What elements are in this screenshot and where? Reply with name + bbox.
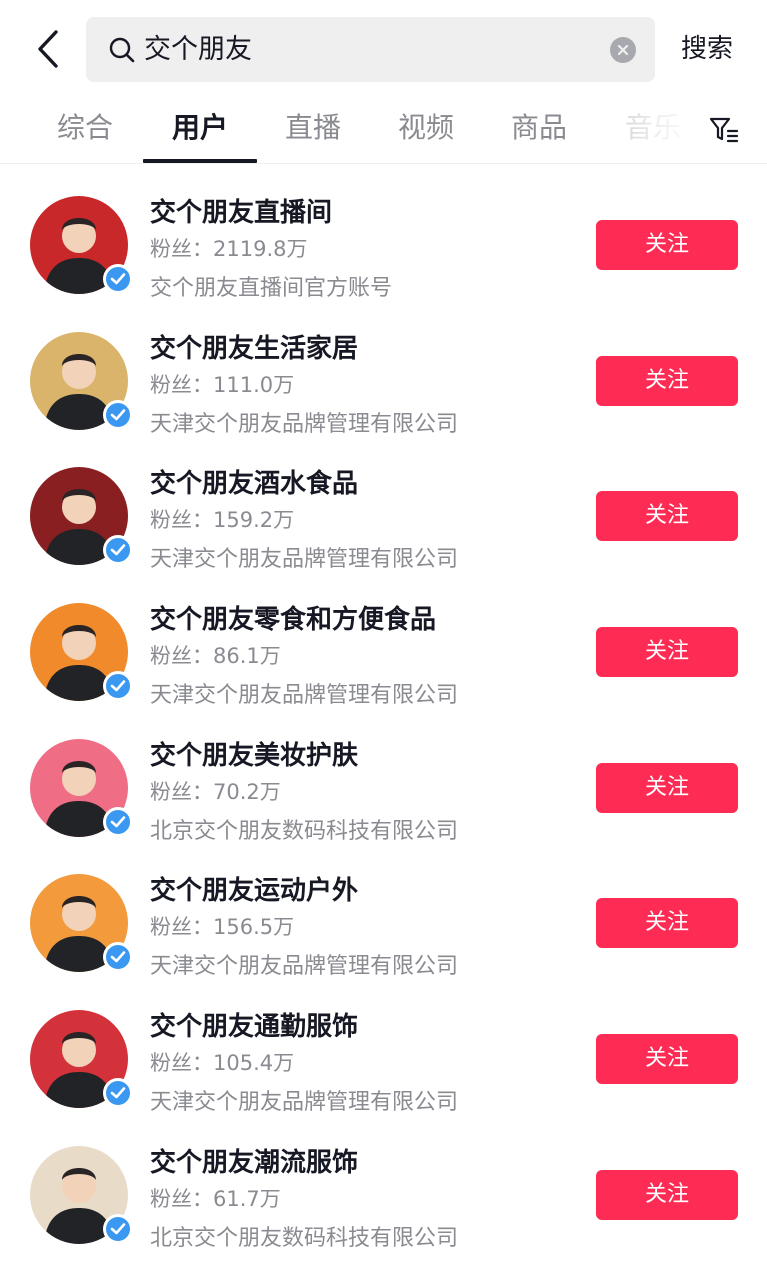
verified-check-icon — [110, 1223, 126, 1235]
account-description: 交个朋友直播间官方账号 — [150, 276, 393, 301]
account-description: 天津交个朋友品牌管理有限公司 — [150, 547, 459, 573]
verified-check-icon — [110, 680, 126, 692]
account-description: 天津交个朋友品牌管理有限公司 — [150, 683, 459, 709]
clear-button[interactable] — [610, 37, 636, 63]
top-bar: 交个朋友 搜索 — [0, 0, 767, 100]
tab-fade-overlay — [600, 100, 700, 160]
filter-button[interactable] — [706, 112, 742, 148]
tab-products[interactable]: 商品 — [482, 100, 596, 164]
user-name: 交个朋友潮流服饰 — [150, 1147, 359, 1178]
follow-button[interactable]: 关注 — [596, 491, 738, 542]
search-icon — [109, 37, 135, 63]
user-result-list: 交个朋友直播间 粉丝：2119.8万 交个朋友直播间官方账号 关注 交个朋友生活… — [0, 164, 767, 1251]
verified-badge — [103, 671, 133, 702]
verified-check-icon — [110, 951, 126, 963]
user-name: 交个朋友美妆护肤 — [150, 740, 359, 771]
tab-videos[interactable]: 视频 — [369, 100, 483, 164]
verified-badge — [103, 1078, 133, 1109]
account-description: 天津交个朋友品牌管理有限公司 — [150, 411, 459, 437]
follower-count: 粉丝：61.7万 — [150, 1186, 281, 1211]
user-result-row[interactable]: 交个朋友直播间 粉丝：2119.8万 交个朋友直播间官方账号 关注 — [0, 164, 767, 301]
verified-check-icon — [110, 408, 126, 420]
user-name: 交个朋友生活家居 — [150, 333, 359, 364]
follower-count: 粉丝：2119.8万 — [150, 237, 308, 261]
tab-users[interactable]: 用户 — [143, 100, 257, 164]
verified-badge — [103, 399, 133, 430]
follower-count: 粉丝：105.4万 — [150, 1051, 295, 1076]
verified-badge — [103, 264, 133, 294]
tab-general[interactable]: 综合 — [28, 100, 142, 164]
follow-button[interactable]: 关注 — [596, 762, 738, 813]
follow-button[interactable]: 关注 — [596, 898, 738, 949]
verified-badge — [103, 806, 133, 837]
verified-check-icon — [110, 815, 126, 828]
chevron-left-icon — [38, 30, 58, 68]
account-description: 北京交个朋友数码科技有限公司 — [150, 1225, 459, 1251]
follower-count: 粉丝：111.0万 — [150, 372, 295, 397]
user-name: 交个朋友酒水食品 — [150, 469, 359, 500]
follower-count: 粉丝：70.2万 — [150, 779, 281, 804]
active-tab-indicator — [143, 159, 257, 163]
search-query[interactable]: 交个朋友 — [144, 17, 252, 82]
follow-button[interactable]: 关注 — [596, 627, 738, 678]
follower-count: 粉丝：86.1万 — [150, 644, 281, 669]
follower-count: 粉丝：156.5万 — [150, 915, 295, 940]
follow-button[interactable]: 关注 — [596, 1169, 738, 1220]
follower-count: 粉丝：159.2万 — [150, 508, 295, 533]
follow-button[interactable]: 关注 — [596, 220, 738, 270]
account-description: 天津交个朋友品牌管理有限公司 — [150, 1090, 459, 1116]
user-name: 交个朋友直播间 — [150, 198, 333, 228]
verified-check-icon — [110, 1087, 126, 1099]
verified-badge — [103, 1213, 133, 1244]
user-result-row[interactable]: 交个朋友生活家居 粉丝：111.0万 天津交个朋友品牌管理有限公司 关注 — [0, 300, 767, 437]
tab-live[interactable]: 直播 — [256, 100, 370, 164]
follow-button[interactable]: 关注 — [596, 355, 738, 406]
search-button[interactable]: 搜索 — [681, 24, 733, 74]
user-result-row[interactable]: 交个朋友美妆护肤 粉丝：70.2万 北京交个朋友数码科技有限公司 关注 — [0, 707, 767, 844]
verified-badge — [103, 942, 133, 973]
clear-icon — [617, 44, 629, 56]
verified-check-icon — [110, 544, 126, 556]
user-result-row[interactable]: 交个朋友通勤服饰 粉丝：105.4万 天津交个朋友品牌管理有限公司 关注 — [0, 978, 767, 1116]
follow-button[interactable]: 关注 — [596, 1034, 738, 1085]
verified-badge — [103, 535, 133, 566]
user-name: 交个朋友零食和方便食品 — [150, 605, 437, 636]
user-result-row[interactable]: 交个朋友酒水食品 粉丝：159.2万 天津交个朋友品牌管理有限公司 关注 — [0, 435, 767, 573]
user-result-row[interactable]: 交个朋友潮流服饰 粉丝：61.7万 北京交个朋友数码科技有限公司 关注 — [0, 1114, 767, 1251]
user-name: 交个朋友运动户外 — [150, 876, 359, 907]
user-result-row[interactable]: 交个朋友运动户外 粉丝：156.5万 天津交个朋友品牌管理有限公司 关注 — [0, 842, 767, 980]
back-button[interactable] — [26, 24, 70, 74]
account-description: 天津交个朋友品牌管理有限公司 — [150, 954, 459, 980]
account-description: 北京交个朋友数码科技有限公司 — [150, 818, 459, 844]
verified-check-icon — [110, 273, 126, 285]
tab-bar: 综合 用户 直播 视频 商品 音乐 — [0, 100, 767, 164]
search-input[interactable]: 交个朋友 — [86, 17, 655, 82]
filter-icon — [709, 117, 739, 143]
user-name: 交个朋友通勤服饰 — [150, 1012, 359, 1043]
user-result-row[interactable]: 交个朋友零食和方便食品 粉丝：86.1万 天津交个朋友品牌管理有限公司 关注 — [0, 571, 767, 709]
